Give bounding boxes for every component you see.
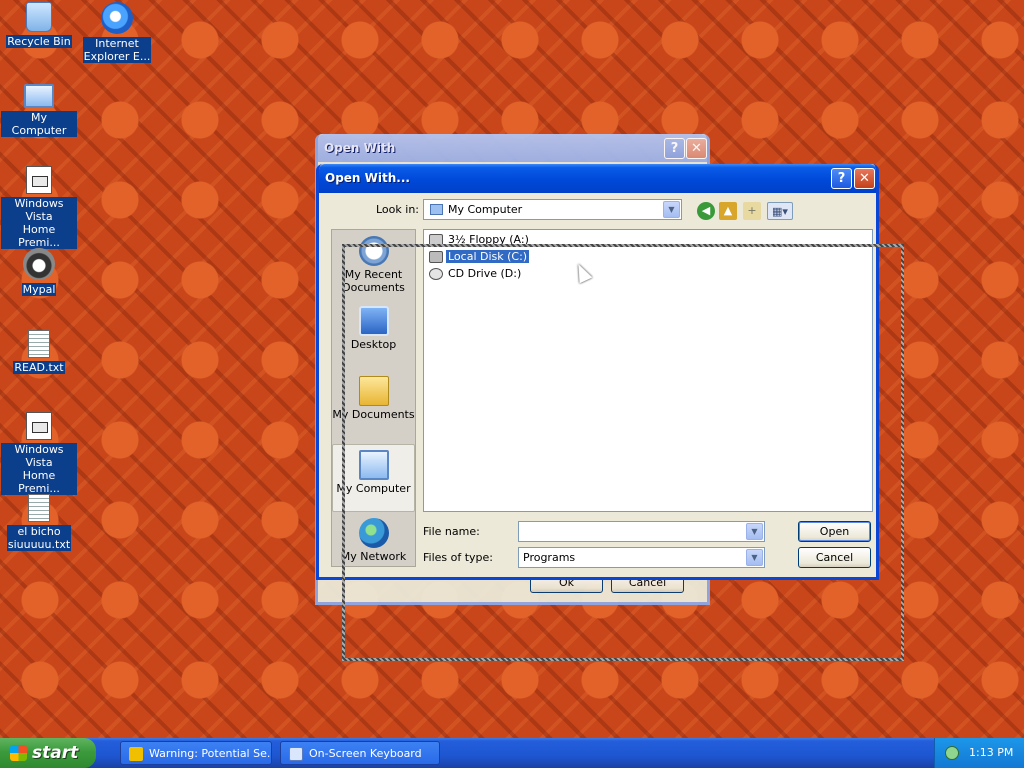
- cancel-button[interactable]: Cancel: [798, 547, 871, 568]
- desktop-icon-el-bicho[interactable]: el bicho siuuuuu.txt: [1, 494, 77, 551]
- start-button[interactable]: start: [0, 738, 96, 768]
- desktop-icon-internet-explorer[interactable]: Internet Explorer E...: [79, 2, 155, 63]
- desktop-icon-label: Windows Vista Home Premi...: [1, 197, 77, 249]
- file-name: Local Disk (C:): [444, 249, 531, 264]
- place-my-documents[interactable]: My Documents: [332, 376, 415, 421]
- close-button[interactable]: ✕: [686, 138, 707, 159]
- desktop-icon-windows-vista-2[interactable]: Windows Vista Home Premi...: [1, 412, 77, 495]
- desktop-icon-label: Mypal: [21, 283, 57, 296]
- document-icon: [26, 412, 52, 440]
- title-bar[interactable]: Open With... ? ✕: [319, 164, 876, 193]
- dialog-title: Open With...: [325, 171, 410, 185]
- file-name: 3½ Floppy (A:): [448, 233, 529, 246]
- network-icon[interactable]: [945, 746, 959, 760]
- my-computer-icon: [24, 84, 54, 108]
- list-item[interactable]: 3½ Floppy (A:): [428, 232, 531, 248]
- desktop-icon-recycle-bin[interactable]: Recycle Bin: [1, 2, 77, 48]
- place-label: My Recent Documents: [342, 268, 405, 294]
- taskbar-item-on-screen-keyboard[interactable]: On-Screen Keyboard: [280, 741, 440, 765]
- place-label: My Network: [340, 550, 407, 563]
- mypal-icon: [23, 248, 55, 280]
- my-documents-icon: [358, 376, 389, 406]
- desktop-icon-label: Recycle Bin: [6, 35, 72, 48]
- place-my-network[interactable]: My Network: [332, 518, 415, 563]
- taskbar-item-label: On-Screen Keyboard: [309, 747, 422, 760]
- place-label: My Documents: [332, 408, 415, 421]
- my-network-icon: [358, 518, 389, 548]
- file-name-label: File name:: [423, 525, 480, 538]
- desktop-icon-mypal[interactable]: Mypal: [1, 248, 77, 296]
- internet-explorer-icon: [101, 2, 133, 34]
- desktop-icon-label: My Computer: [1, 111, 77, 137]
- help-button[interactable]: ?: [664, 138, 685, 159]
- system-tray: 1:13 PM: [934, 738, 1024, 768]
- view-menu-icon[interactable]: ▦▾: [767, 202, 793, 220]
- my-computer-icon: [358, 450, 389, 480]
- clock[interactable]: 1:13 PM: [969, 746, 1013, 759]
- cd-drive-icon: [429, 268, 443, 280]
- files-of-type-value: Programs: [523, 551, 576, 564]
- taskbar: start Warning: Potential Se... On-Screen…: [0, 738, 1024, 768]
- file-list[interactable]: 3½ Floppy (A:) Local Disk (C:) CD Drive …: [423, 229, 873, 512]
- desktop-icon-my-computer[interactable]: My Computer: [1, 84, 77, 137]
- my-computer-icon: [430, 204, 443, 215]
- desktop-icon-windows-vista-1[interactable]: Windows Vista Home Premi...: [1, 166, 77, 249]
- look-in-label: Look in:: [376, 203, 419, 216]
- recycle-bin-icon: [26, 2, 52, 32]
- desktop-icon-label: el bicho siuuuuu.txt: [6, 525, 72, 551]
- look-in-dropdown[interactable]: My Computer ▼: [423, 199, 682, 220]
- place-label: My Computer: [336, 482, 411, 495]
- files-of-type-label: Files of type:: [423, 551, 494, 564]
- keyboard-icon: [289, 747, 303, 761]
- help-button[interactable]: ?: [831, 168, 852, 189]
- desktop-icon: [358, 306, 389, 336]
- taskbar-item-warning[interactable]: Warning: Potential Se...: [120, 741, 272, 765]
- place-my-recent-documents[interactable]: My Recent Documents: [332, 236, 415, 294]
- desktop-icon-label: READ.txt: [13, 361, 65, 374]
- new-folder-icon[interactable]: +: [743, 202, 761, 220]
- window-title: Open With: [324, 141, 396, 155]
- place-my-computer[interactable]: My Computer: [332, 444, 415, 512]
- look-in-value: My Computer: [448, 203, 523, 216]
- file-name-input[interactable]: ▼: [518, 521, 765, 542]
- up-folder-icon[interactable]: ▲: [719, 202, 737, 220]
- place-desktop[interactable]: Desktop: [332, 306, 415, 351]
- recent-documents-icon: [358, 236, 389, 266]
- document-icon: [26, 166, 52, 194]
- taskbar-item-label: Warning: Potential Se...: [149, 747, 272, 760]
- list-item[interactable]: Local Disk (C:): [428, 249, 531, 265]
- places-bar: My Recent Documents Desktop My Documents…: [331, 229, 416, 567]
- chevron-down-icon[interactable]: ▼: [746, 549, 763, 566]
- start-label: start: [32, 743, 79, 763]
- desktop-icon-label: Internet Explorer E...: [82, 37, 152, 63]
- windows-logo-icon: [10, 745, 27, 761]
- desktop-icon-label: Windows Vista Home Premi...: [1, 443, 77, 495]
- text-file-icon: [28, 494, 50, 522]
- desktop-icon-read-txt[interactable]: READ.txt: [1, 330, 77, 374]
- title-bar[interactable]: Open With ? ✕: [318, 134, 707, 162]
- close-button[interactable]: ✕: [854, 168, 875, 189]
- files-of-type-dropdown[interactable]: Programs ▼: [518, 547, 765, 568]
- text-file-icon: [28, 330, 50, 358]
- open-with-dialog: Open With... ? ✕ Look in: My Computer ▼ …: [316, 164, 879, 580]
- floppy-drive-icon: [429, 234, 443, 246]
- back-icon[interactable]: ◀: [697, 202, 715, 220]
- file-name: CD Drive (D:): [448, 267, 522, 280]
- hard-disk-icon: [429, 251, 443, 263]
- open-button[interactable]: Open: [798, 521, 871, 542]
- chevron-down-icon[interactable]: ▼: [746, 523, 763, 540]
- list-item[interactable]: CD Drive (D:): [428, 266, 523, 282]
- warning-icon: [129, 747, 143, 761]
- chevron-down-icon[interactable]: ▼: [663, 201, 680, 218]
- place-label: Desktop: [350, 338, 397, 351]
